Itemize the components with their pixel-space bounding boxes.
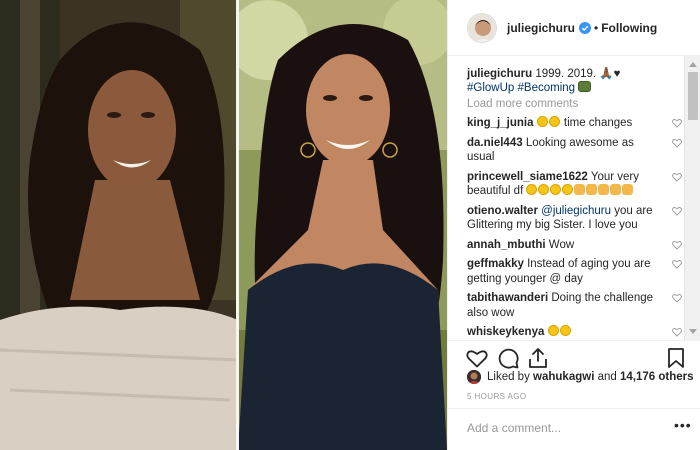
load-more-comments[interactable]: Load more comments bbox=[467, 98, 684, 110]
bookmark-icon[interactable] bbox=[664, 346, 688, 370]
comment-text: time changes bbox=[563, 117, 633, 129]
comment-item: geffmakky Instead of aging you are getti… bbox=[467, 257, 682, 286]
comment-text: Wow bbox=[548, 238, 575, 251]
likes-prefix: Liked by bbox=[487, 371, 530, 383]
emoji-heart-eyes-icon bbox=[538, 184, 550, 195]
comment-like-icon[interactable] bbox=[672, 206, 682, 216]
comment-like-icon[interactable] bbox=[672, 327, 682, 337]
likes-summary: Liked by wahukagwi and 14,176 others bbox=[467, 370, 694, 384]
comment-item: tabithawanderi Doing the challenge also … bbox=[467, 291, 682, 320]
comment-bubble-icon[interactable] bbox=[496, 346, 520, 370]
heart-outline-icon[interactable] bbox=[465, 346, 489, 370]
author-avatar[interactable] bbox=[467, 12, 497, 43]
comment-like-icon[interactable] bbox=[672, 138, 682, 148]
comment-like-icon[interactable] bbox=[672, 118, 682, 128]
comment-like-icon[interactable] bbox=[672, 172, 682, 182]
emoji-clap-icon bbox=[586, 184, 598, 195]
comment-username[interactable]: king_j_junia bbox=[467, 117, 533, 129]
comment-item: king_j_junia time changes bbox=[467, 116, 682, 131]
comment-username[interactable]: whiskeykenya bbox=[467, 326, 544, 338]
photo-divider bbox=[236, 0, 239, 450]
caption-text: 1999. 2019. 🙏🏾♥ bbox=[535, 68, 621, 80]
post-side-panel: juliegichuru • Following juliegichuru 19… bbox=[447, 0, 700, 450]
header-separator: • bbox=[594, 20, 599, 35]
likes-connector: and bbox=[597, 371, 617, 383]
more-options-icon[interactable]: ••• bbox=[674, 417, 692, 433]
post-timestamp[interactable]: 5 HOURS AGO bbox=[467, 392, 527, 401]
emoji-face-icon bbox=[559, 325, 571, 336]
caption-username[interactable]: juliegichuru bbox=[467, 68, 532, 80]
comment-item: princewell_siame1622 Your very beautiful… bbox=[467, 170, 682, 199]
liker-avatar[interactable] bbox=[467, 370, 481, 384]
photo-2019 bbox=[238, 0, 447, 450]
scroll-down-arrow-icon[interactable] bbox=[689, 329, 697, 334]
author-username[interactable]: juliegichuru bbox=[507, 21, 575, 35]
add-comment-input[interactable] bbox=[467, 419, 647, 437]
comment-username[interactable]: princewell_siame1622 bbox=[467, 171, 588, 183]
emoji-clap-icon bbox=[610, 184, 622, 195]
comment-item: annah_mbuthi Wow bbox=[467, 238, 682, 253]
emoji-clap-icon bbox=[574, 184, 586, 195]
comment-like-icon[interactable] bbox=[672, 240, 682, 250]
emoji-face-icon bbox=[548, 116, 560, 127]
comments-list[interactable]: juliegichuru 1999. 2019. 🙏🏾♥ #GlowUp #Be… bbox=[448, 56, 684, 340]
comment-username[interactable]: annah_mbuthi bbox=[467, 239, 546, 251]
share-upload-icon[interactable] bbox=[526, 346, 550, 370]
emoji-heart-eyes-icon bbox=[562, 184, 574, 195]
photo-1999 bbox=[0, 0, 238, 450]
comment-mention[interactable]: @juliegichuru bbox=[541, 205, 611, 217]
comment-item: otieno.walter @juliegichuru you are Glit… bbox=[467, 204, 682, 233]
add-comment-bar: ••• bbox=[448, 408, 700, 450]
turtle-emoji-icon bbox=[578, 81, 592, 92]
emoji-heart-eyes-icon bbox=[550, 184, 562, 195]
comment-item: whiskeykenya bbox=[467, 325, 682, 340]
first-liker-username[interactable]: wahukagwi bbox=[533, 371, 594, 383]
post-header: juliegichuru • Following bbox=[448, 0, 700, 56]
scroll-thumb[interactable] bbox=[688, 72, 698, 120]
post-caption: juliegichuru 1999. 2019. 🙏🏾♥ #GlowUp #Be… bbox=[467, 67, 673, 95]
comments-scrollbar[interactable] bbox=[684, 56, 700, 340]
emoji-heart-eyes-icon bbox=[547, 325, 559, 336]
emoji-clap-icon bbox=[622, 184, 634, 195]
emoji-heart-eyes-icon bbox=[526, 184, 538, 195]
hashtag-becoming[interactable]: #Becoming bbox=[518, 82, 576, 94]
emoji-clap-icon bbox=[598, 184, 610, 195]
likes-others-count[interactable]: 14,176 others bbox=[620, 371, 694, 383]
emoji-face-icon bbox=[536, 116, 548, 127]
comment-like-icon[interactable] bbox=[672, 259, 682, 269]
comment-username[interactable]: otieno.walter bbox=[467, 205, 538, 217]
scroll-up-arrow-icon[interactable] bbox=[689, 62, 697, 67]
comment-username[interactable]: geffmakky bbox=[467, 258, 524, 270]
hashtag-glowup[interactable]: #GlowUp bbox=[467, 82, 514, 94]
verified-badge-icon bbox=[579, 21, 592, 34]
comment-item: da.niel443 Looking awesome as usual bbox=[467, 136, 682, 165]
following-button[interactable]: Following bbox=[601, 21, 657, 35]
comment-username[interactable]: da.niel443 bbox=[467, 137, 523, 149]
post-image[interactable] bbox=[0, 0, 447, 450]
comment-username[interactable]: tabithawanderi bbox=[467, 292, 548, 304]
comment-like-icon[interactable] bbox=[672, 293, 682, 303]
